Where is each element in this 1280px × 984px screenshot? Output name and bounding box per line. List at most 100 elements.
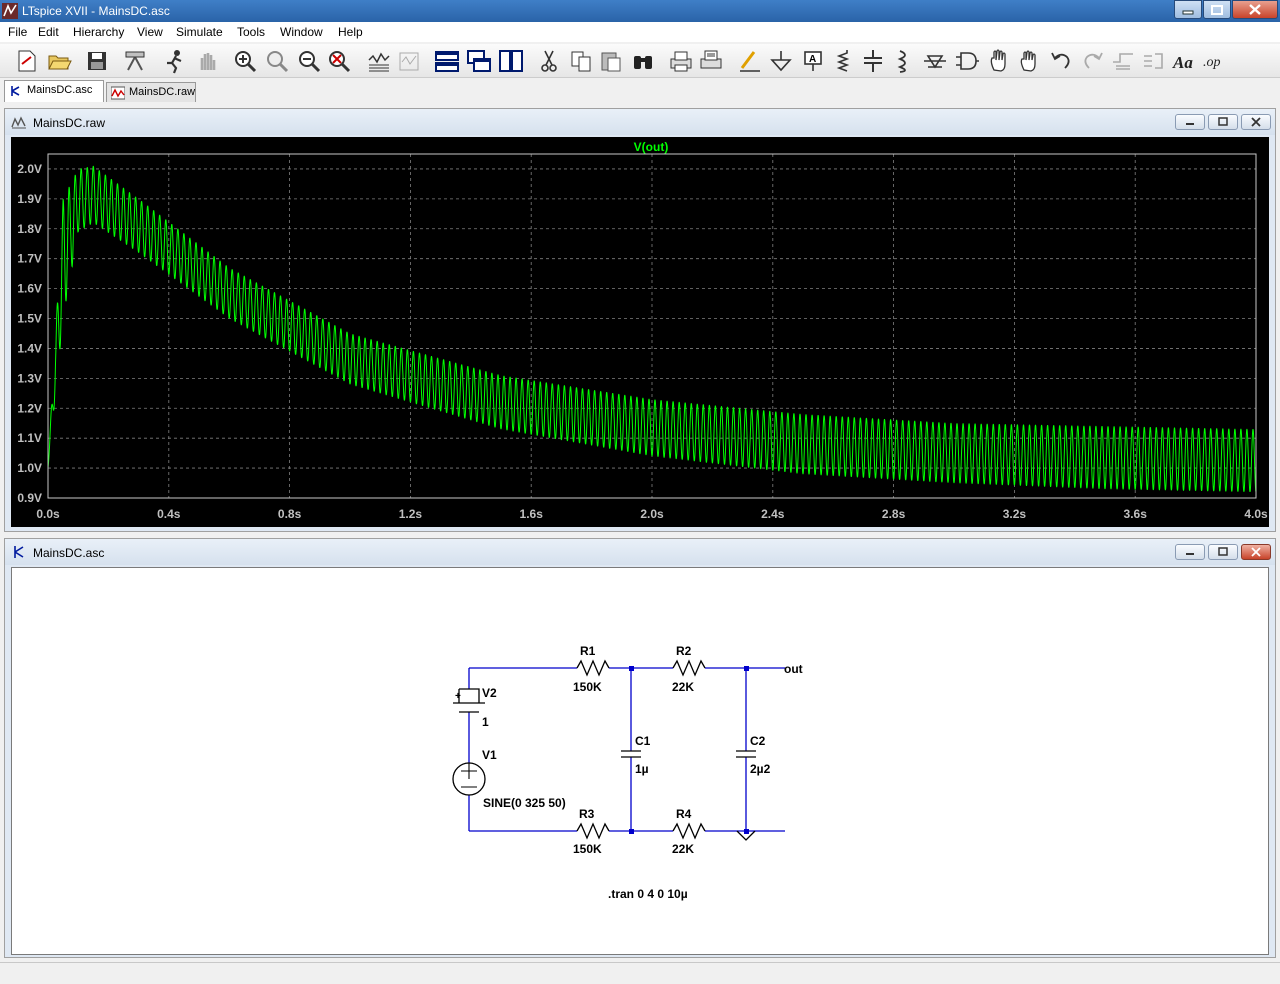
- schematic-drawing[interactable]: R1 150K R2 22K R3 150K R4 22K C1 1µ C2 2…: [12, 568, 1268, 954]
- x-axis-ticks: 0.0s 0.4s 0.8s 1.2s 1.6s 2.0s 2.4s 2.8s 3.2s 3.6s…: [36, 507, 1268, 521]
- restore-button[interactable]: [1203, 0, 1231, 19]
- mirror-icon[interactable]: [1140, 48, 1166, 74]
- tab-mainsdc-raw[interactable]: MainsDC.raw: [106, 82, 196, 102]
- r3-value-label[interactable]: 150K: [573, 842, 602, 856]
- control-panel-icon[interactable]: [122, 48, 148, 74]
- x-tick-label: 2.4s: [761, 507, 785, 521]
- component-symbols: [452, 659, 756, 841]
- spice-directive-icon[interactable]: .op: [1202, 48, 1228, 74]
- schematic-window: MainsDC.asc R1 150K R2 22K R3 150K R4 22…: [4, 538, 1276, 958]
- diode-icon[interactable]: [922, 48, 948, 74]
- component-icon[interactable]: [954, 48, 980, 74]
- document-tabs: MainsDC.asc MainsDC.raw: [0, 80, 1280, 102]
- menu-help[interactable]: Help: [338, 25, 363, 39]
- save-icon[interactable]: [84, 48, 110, 74]
- x-tick-label: 1.6s: [520, 507, 544, 521]
- menu-hierarchy[interactable]: Hierarchy: [73, 25, 124, 39]
- capacitor-icon[interactable]: [860, 48, 886, 74]
- c1-name-label[interactable]: C1: [635, 734, 651, 748]
- autorange-icon[interactable]: [366, 48, 392, 74]
- v1-name-label[interactable]: V1: [482, 748, 497, 762]
- inductor-icon[interactable]: [890, 48, 916, 74]
- copy-icon[interactable]: [568, 48, 594, 74]
- status-bar: [0, 962, 1280, 984]
- menu-edit[interactable]: Edit: [38, 25, 59, 39]
- find-icon[interactable]: [630, 48, 656, 74]
- manual-limits-icon[interactable]: [396, 48, 422, 74]
- y-tick-label: 0.9V: [17, 491, 42, 505]
- c1-value-label[interactable]: 1µ: [635, 762, 649, 776]
- menu-window[interactable]: Window: [280, 25, 323, 39]
- r3-name-label[interactable]: R3: [579, 807, 595, 821]
- v2-name-label[interactable]: V2: [482, 686, 497, 700]
- c2-name-label[interactable]: C2: [750, 734, 766, 748]
- c2-value-label[interactable]: 2µ2: [750, 762, 771, 776]
- menu-tools[interactable]: Tools: [237, 25, 265, 39]
- zoom-out-icon[interactable]: [264, 48, 290, 74]
- x-tick-label: 3.2s: [1003, 507, 1027, 521]
- menu-simulate[interactable]: Simulate: [176, 25, 223, 39]
- window-controls: [1173, 0, 1278, 20]
- label-net-icon[interactable]: A: [800, 48, 826, 74]
- y-tick-label: 1.9V: [17, 192, 42, 206]
- move-icon[interactable]: [986, 48, 1012, 74]
- minimize-button[interactable]: [1174, 0, 1202, 19]
- tab-label: MainsDC.raw: [129, 86, 196, 98]
- minimize-button[interactable]: [1175, 544, 1205, 560]
- v1-value-label[interactable]: SINE(0 325 50): [483, 796, 566, 810]
- r2-value-label[interactable]: 22K: [672, 680, 694, 694]
- close-button[interactable]: [1241, 114, 1271, 130]
- r1-value-label[interactable]: 150K: [573, 680, 602, 694]
- resistor-icon[interactable]: [830, 48, 856, 74]
- open-icon[interactable]: [46, 48, 72, 74]
- v2-value-label[interactable]: 1: [482, 715, 489, 729]
- close-button[interactable]: [1241, 544, 1271, 560]
- spice-directive[interactable]: .tran 0 4 0 10µ: [608, 887, 688, 901]
- rotate-icon[interactable]: [1110, 48, 1136, 74]
- print-setup-icon[interactable]: [698, 48, 724, 74]
- draw-wire-icon[interactable]: [736, 48, 762, 74]
- plot-pane[interactable]: V(out) 2.0V 1.9V 1.8V 1.7V 1.6V 1.5V 1.4V 1.3V 1…: [11, 137, 1269, 527]
- schematic-canvas[interactable]: R1 150K R2 22K R3 150K R4 22K C1 1µ C2 2…: [11, 567, 1269, 955]
- print-icon[interactable]: [668, 48, 694, 74]
- tile-vertical-icon[interactable]: [498, 48, 524, 74]
- r4-name-label[interactable]: R4: [676, 807, 692, 821]
- zoom-fit-icon[interactable]: [296, 48, 322, 74]
- r4-value-label[interactable]: 22K: [672, 842, 694, 856]
- text-icon[interactable]: Aa: [1172, 48, 1198, 74]
- zoom-cancel-icon[interactable]: [326, 48, 352, 74]
- y-tick-label: 1.0V: [17, 461, 42, 475]
- menu-view[interactable]: View: [137, 25, 163, 39]
- r2-name-label[interactable]: R2: [676, 644, 692, 658]
- cut-icon[interactable]: [536, 48, 562, 74]
- new-schematic-icon[interactable]: [14, 48, 40, 74]
- minimize-button[interactable]: [1175, 114, 1205, 130]
- r1-name-label[interactable]: R1: [580, 644, 596, 658]
- window-title: LTspice XVII - MainsDC.asc: [22, 4, 170, 18]
- undo-icon[interactable]: [1048, 48, 1074, 74]
- close-button[interactable]: [1232, 0, 1278, 19]
- schematic-window-controls: [1172, 544, 1271, 560]
- y-tick-label: 1.4V: [17, 341, 42, 355]
- drag-icon[interactable]: [1016, 48, 1042, 74]
- ground-icon[interactable]: [768, 48, 794, 74]
- restore-button[interactable]: [1208, 544, 1238, 560]
- redo-icon[interactable]: [1080, 48, 1106, 74]
- y-tick-label: 1.3V: [17, 371, 42, 385]
- menu-file[interactable]: File: [8, 25, 27, 39]
- zoom-in-icon[interactable]: [232, 48, 258, 74]
- net-label-out[interactable]: out: [784, 662, 803, 676]
- waveform-plot[interactable]: V(out) 2.0V 1.9V 1.8V 1.7V 1.6V 1.5V 1.4V 1.3V 1…: [11, 137, 1269, 527]
- halt-icon[interactable]: [194, 48, 220, 74]
- cascade-icon[interactable]: [466, 48, 492, 74]
- run-icon[interactable]: [162, 48, 188, 74]
- x-tick-label: 3.6s: [1124, 507, 1148, 521]
- y-tick-label: 1.1V: [17, 431, 42, 445]
- tab-mainsdc-asc[interactable]: MainsDC.asc: [4, 80, 104, 102]
- restore-button[interactable]: [1208, 114, 1238, 130]
- svg-text:A: A: [809, 54, 816, 65]
- paste-icon[interactable]: [598, 48, 624, 74]
- trace-name-label[interactable]: V(out): [634, 140, 669, 154]
- tile-horizontal-icon[interactable]: [434, 48, 460, 74]
- y-tick-label: 1.6V: [17, 282, 42, 296]
